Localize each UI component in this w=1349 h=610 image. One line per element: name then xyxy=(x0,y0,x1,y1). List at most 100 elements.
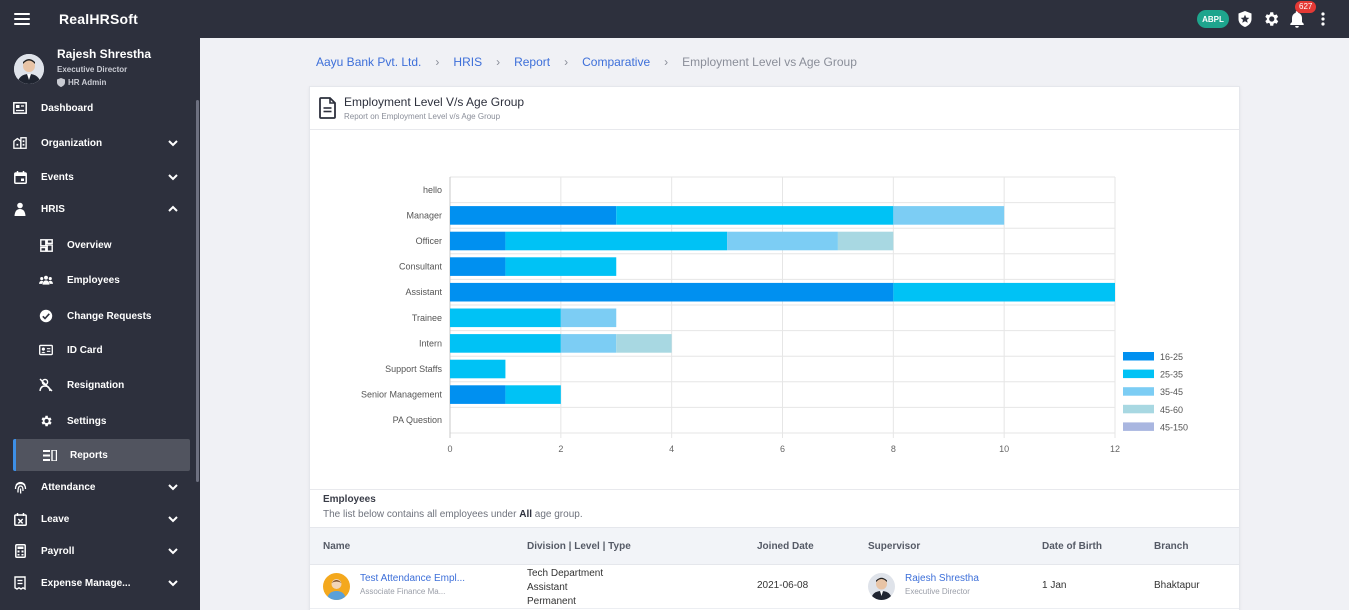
y-category-label: PA Question xyxy=(393,415,442,425)
bar-segment xyxy=(505,257,617,276)
user-profile[interactable]: Rajesh Shrestha Executive Director HR Ad… xyxy=(0,38,200,98)
column-header-branch[interactable]: Branch xyxy=(1154,541,1188,552)
chevron-down-icon[interactable] xyxy=(167,545,179,557)
sidebar-item-events[interactable]: Events xyxy=(0,162,196,192)
legend-label: 45-150 xyxy=(1160,422,1188,432)
breadcrumb-link[interactable]: Comparative xyxy=(582,55,650,69)
employee-division: Tech Department xyxy=(527,568,604,579)
breadcrumb: Aayu Bank Pvt. Ltd. › HRIS › Report › Comparat… xyxy=(316,55,857,69)
shield-star-icon[interactable] xyxy=(1235,9,1255,29)
column-header-date-of-birth[interactable]: Date of Birth xyxy=(1042,541,1102,552)
employees-description: The list below contains all employees un… xyxy=(323,509,583,520)
bar-segment xyxy=(560,334,617,353)
employees-desc-suffix: age group. xyxy=(534,509,583,520)
sidebar-item-leave[interactable]: Leave xyxy=(0,504,196,534)
sidebar-item-reports[interactable]: Reports xyxy=(13,439,190,471)
table-row[interactable]: Test Attendance Empl... Associate Financ… xyxy=(310,565,1239,609)
sidebar-item-overview[interactable]: Overview xyxy=(0,230,196,260)
employees-icon xyxy=(39,273,53,287)
legend-label: 25-35 xyxy=(1160,370,1183,380)
chevron-down-icon[interactable] xyxy=(167,577,179,589)
chevron-down-icon[interactable] xyxy=(167,137,179,149)
breadcrumb-link[interactable]: HRIS xyxy=(453,55,482,69)
chevron-down-icon[interactable] xyxy=(167,481,179,493)
sidebar-item-expense-manage[interactable]: Expense Manage... xyxy=(0,568,196,598)
x-tick-label: 10 xyxy=(999,444,1009,454)
user-role: Executive Director xyxy=(57,65,128,74)
leave-icon xyxy=(13,512,27,526)
chevron-up-icon[interactable] xyxy=(167,203,179,215)
bar-segment xyxy=(616,334,672,353)
bar-segment xyxy=(450,257,506,276)
legend-swatch xyxy=(1123,404,1154,414)
sidebar-item-attendance[interactable]: Attendance xyxy=(0,472,196,502)
chevron-down-icon[interactable] xyxy=(167,513,179,525)
sidebar: Rajesh Shrestha Executive Director HR Ad… xyxy=(0,38,200,610)
sidebar-item-label: ID Card xyxy=(67,344,103,356)
avatar xyxy=(14,54,44,84)
sidebar-item-id-card[interactable]: ID Card xyxy=(0,335,196,365)
sidebar-item-change-requests[interactable]: Change Requests xyxy=(0,301,196,331)
y-category-label: Intern xyxy=(419,338,442,348)
column-header-supervisor[interactable]: Supervisor xyxy=(868,541,920,552)
reports-icon xyxy=(43,448,57,462)
column-header-division[interactable]: Division | Level | Type xyxy=(527,541,631,552)
x-tick-label: 2 xyxy=(558,444,563,454)
x-tick-label: 6 xyxy=(780,444,785,454)
legend-label: 45-60 xyxy=(1160,405,1183,415)
y-category-label: Trainee xyxy=(412,313,442,323)
x-tick-label: 0 xyxy=(447,444,452,454)
y-category-label: Assistant xyxy=(405,287,442,297)
bar-segment xyxy=(450,334,561,353)
breadcrumb-link[interactable]: Aayu Bank Pvt. Ltd. xyxy=(316,55,421,69)
bar-segment xyxy=(893,206,1005,225)
legend-label: 16-25 xyxy=(1160,352,1183,362)
sidebar-item-label: Resignation xyxy=(67,379,125,391)
sidebar-item-resignation[interactable]: Resignation xyxy=(0,370,196,400)
card-title: Employment Level V/s Age Group xyxy=(344,95,525,109)
sidebar-item-label: Expense Manage... xyxy=(41,577,131,589)
company-badge[interactable]: ABPL xyxy=(1197,10,1229,28)
employee-name-link[interactable]: Test Attendance Empl... xyxy=(360,573,465,584)
sidebar-item-employees[interactable]: Employees xyxy=(0,265,196,295)
hamburger-menu-icon[interactable] xyxy=(14,13,30,25)
supervisor-name-link[interactable]: Rajesh Shrestha xyxy=(905,573,979,584)
sidebar-item-hris[interactable]: HRIS xyxy=(0,194,196,224)
gear-icon[interactable] xyxy=(1261,9,1281,29)
y-category-label: Consultant xyxy=(399,262,443,272)
bar-segment xyxy=(450,308,561,328)
legend-swatch xyxy=(1123,422,1154,431)
column-header-joined-date[interactable]: Joined Date xyxy=(757,541,814,552)
sidebar-item-payroll[interactable]: Payroll xyxy=(0,536,196,566)
legend-swatch xyxy=(1123,369,1154,379)
bar-segment xyxy=(837,231,894,251)
y-category-label: hello xyxy=(423,185,442,195)
sidebar-item-dashboard[interactable]: Dashboard xyxy=(0,93,196,123)
y-category-label: Officer xyxy=(416,236,442,246)
breadcrumb-separator-icon: › xyxy=(496,55,501,69)
stacked-bar-chart: 0 2 4 6 8 10 12 hello Manager Officer Consultant As… xyxy=(361,176,1188,454)
supervisor-role: Executive Director xyxy=(905,587,970,596)
bell-icon[interactable]: 627 xyxy=(1287,1,1317,29)
sidebar-item-settings[interactable]: Settings xyxy=(0,406,196,436)
y-category-label: Senior Management xyxy=(361,390,443,400)
more-vertical-icon[interactable] xyxy=(1313,9,1333,29)
sidebar-scrollbar[interactable] xyxy=(196,100,199,482)
top-bar: RealHRSoft ABPL 627 xyxy=(0,0,1349,38)
organization-icon xyxy=(13,136,27,150)
calendar-icon xyxy=(13,170,27,184)
app-brand[interactable]: RealHRSoft xyxy=(59,11,138,27)
sidebar-item-label: Employees xyxy=(67,274,120,286)
card-header: Employment Level V/s Age Group Report on… xyxy=(310,87,1239,130)
bar-segment xyxy=(505,231,728,251)
chevron-down-icon[interactable] xyxy=(167,171,179,183)
supervisor-avatar xyxy=(868,573,895,600)
breadcrumb-link[interactable]: Report xyxy=(514,55,550,69)
sidebar-item-organization[interactable]: Organization xyxy=(0,128,196,158)
employee-position: Associate Finance Ma... xyxy=(360,587,446,596)
fingerprint-icon xyxy=(13,480,27,494)
employee-level: Assistant xyxy=(527,582,568,593)
id-card-icon xyxy=(39,343,53,357)
bar-segment xyxy=(616,206,894,225)
column-header-name[interactable]: Name xyxy=(323,541,350,552)
